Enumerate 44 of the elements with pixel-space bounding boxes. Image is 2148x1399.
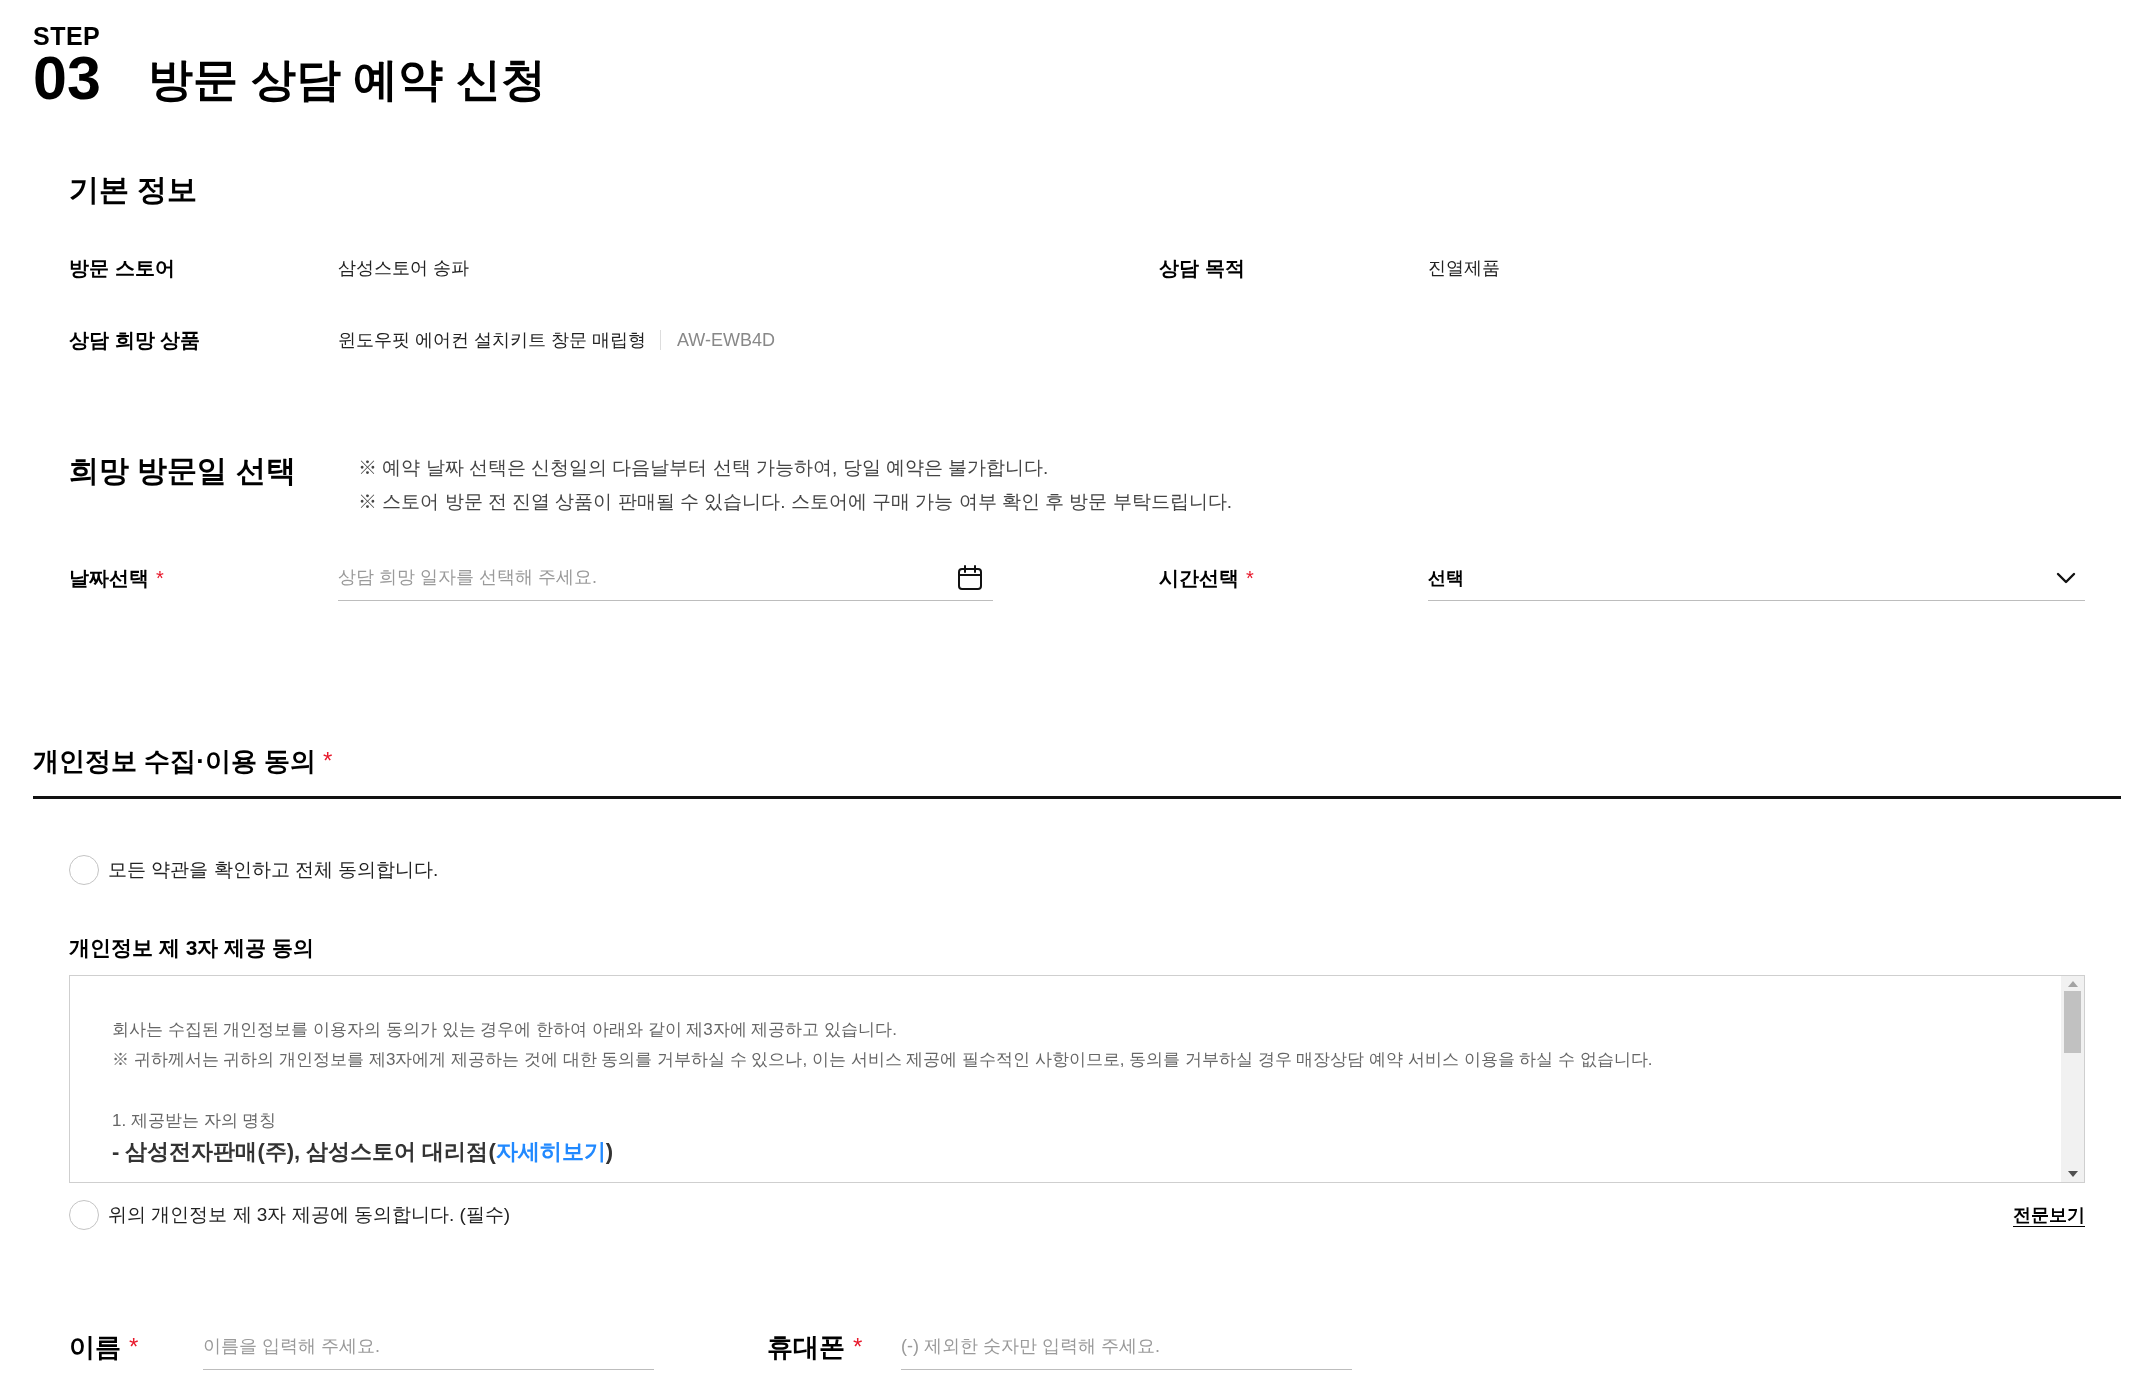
text-field[interactable]: 이름을 입력해 주세요.	[203, 1324, 654, 1370]
terms-text: 1. 제공받는 자의 명칭	[112, 1110, 277, 1132]
section-heading: 기본 정보	[69, 172, 198, 208]
scrollbar[interactable]	[2061, 976, 2084, 1182]
field-value: 삼성스토어 송파	[338, 257, 469, 280]
required-mark: *	[323, 747, 333, 775]
scroll-up-icon[interactable]	[2067, 981, 2078, 987]
page-title: 방문 상담 예약 신청	[148, 54, 546, 106]
terms-text: ※ 귀하께서는 귀하의 개인정보를 제3자에게 제공하는 것에 대한 동의를 거부하실 수 있으나, 이는 서비스 제공에 필수적인 사항이므로, 동의를 거부하실 경우 매장상담 예약 서비스 이용을 하실 수 없습니다.	[112, 1049, 1653, 1071]
scroll-down-icon[interactable]	[2067, 1171, 2078, 1177]
field-label: 방문 스토어	[69, 256, 175, 281]
calendar-icon[interactable]	[957, 565, 983, 591]
notice-text: ※ 예약 날짜 선택은 신청일의 다음날부터 선택 가능하여, 당일 예약은 불가합니다.	[358, 456, 1049, 480]
full-text-link[interactable]: 전문보기	[2013, 1200, 2085, 1230]
subsection-heading: 개인정보 제 3자 제공 동의	[69, 935, 315, 961]
radio-label: 위의 개인정보 제 3자 제공에 동의합니다. (필수)	[108, 1203, 511, 1227]
field-label: 이름	[69, 1330, 121, 1364]
field-label: 상담 목적	[1159, 256, 1245, 281]
section-heading: 개인정보 수집·이용 동의	[33, 745, 317, 778]
radio-button[interactable]	[69, 1200, 99, 1230]
required-mark: *	[129, 1333, 139, 1361]
field-label: 휴대폰	[767, 1330, 845, 1364]
terms-text: 회사는 수집된 개인정보를 이용자의 동의가 있는 경우에 한하여 아래와 같이 제3자에 제공하고 있습니다.	[112, 1019, 897, 1041]
section-heading: 희망 방문일 선택	[69, 453, 297, 489]
field-label: 상담 희망 상품	[69, 328, 201, 353]
required-mark: *	[853, 1333, 863, 1361]
radio-button[interactable]	[69, 855, 99, 885]
step-label: STEP	[33, 24, 102, 48]
field-value: 윈도우핏 에어컨 설치키트 창문 매립형	[338, 329, 646, 352]
time-select[interactable]: 선택	[1428, 555, 2085, 601]
chevron-down-icon	[2056, 571, 2076, 584]
text-field[interactable]: (-) 제외한 숫자만 입력해 주세요.	[901, 1324, 1352, 1370]
date-field[interactable]: 상담 희망 일자를 선택해 주세요.	[338, 555, 993, 601]
required-mark: *	[1246, 566, 1254, 591]
field-label: 시간선택	[1159, 566, 1239, 591]
radio-label: 모든 약관을 확인하고 전체 동의합니다.	[108, 858, 439, 882]
scrollbar-thumb[interactable]	[2064, 991, 2081, 1053]
field-value: 진열제품	[1428, 257, 1500, 280]
field-label: 날짜선택	[69, 566, 149, 591]
notice-text: ※ 스토어 방문 전 진열 상품이 판매될 수 있습니다. 스토어에 구매 가능 여부 확인 후 방문 부탁드립니다.	[358, 490, 1233, 514]
terms-text: - 삼성전자판매(주), 삼성스토어 대리점(자세히보기)	[112, 1138, 614, 1166]
model-code: AW-EWB4D	[660, 330, 776, 350]
step-number: 03	[33, 50, 102, 106]
required-mark: *	[156, 566, 164, 591]
